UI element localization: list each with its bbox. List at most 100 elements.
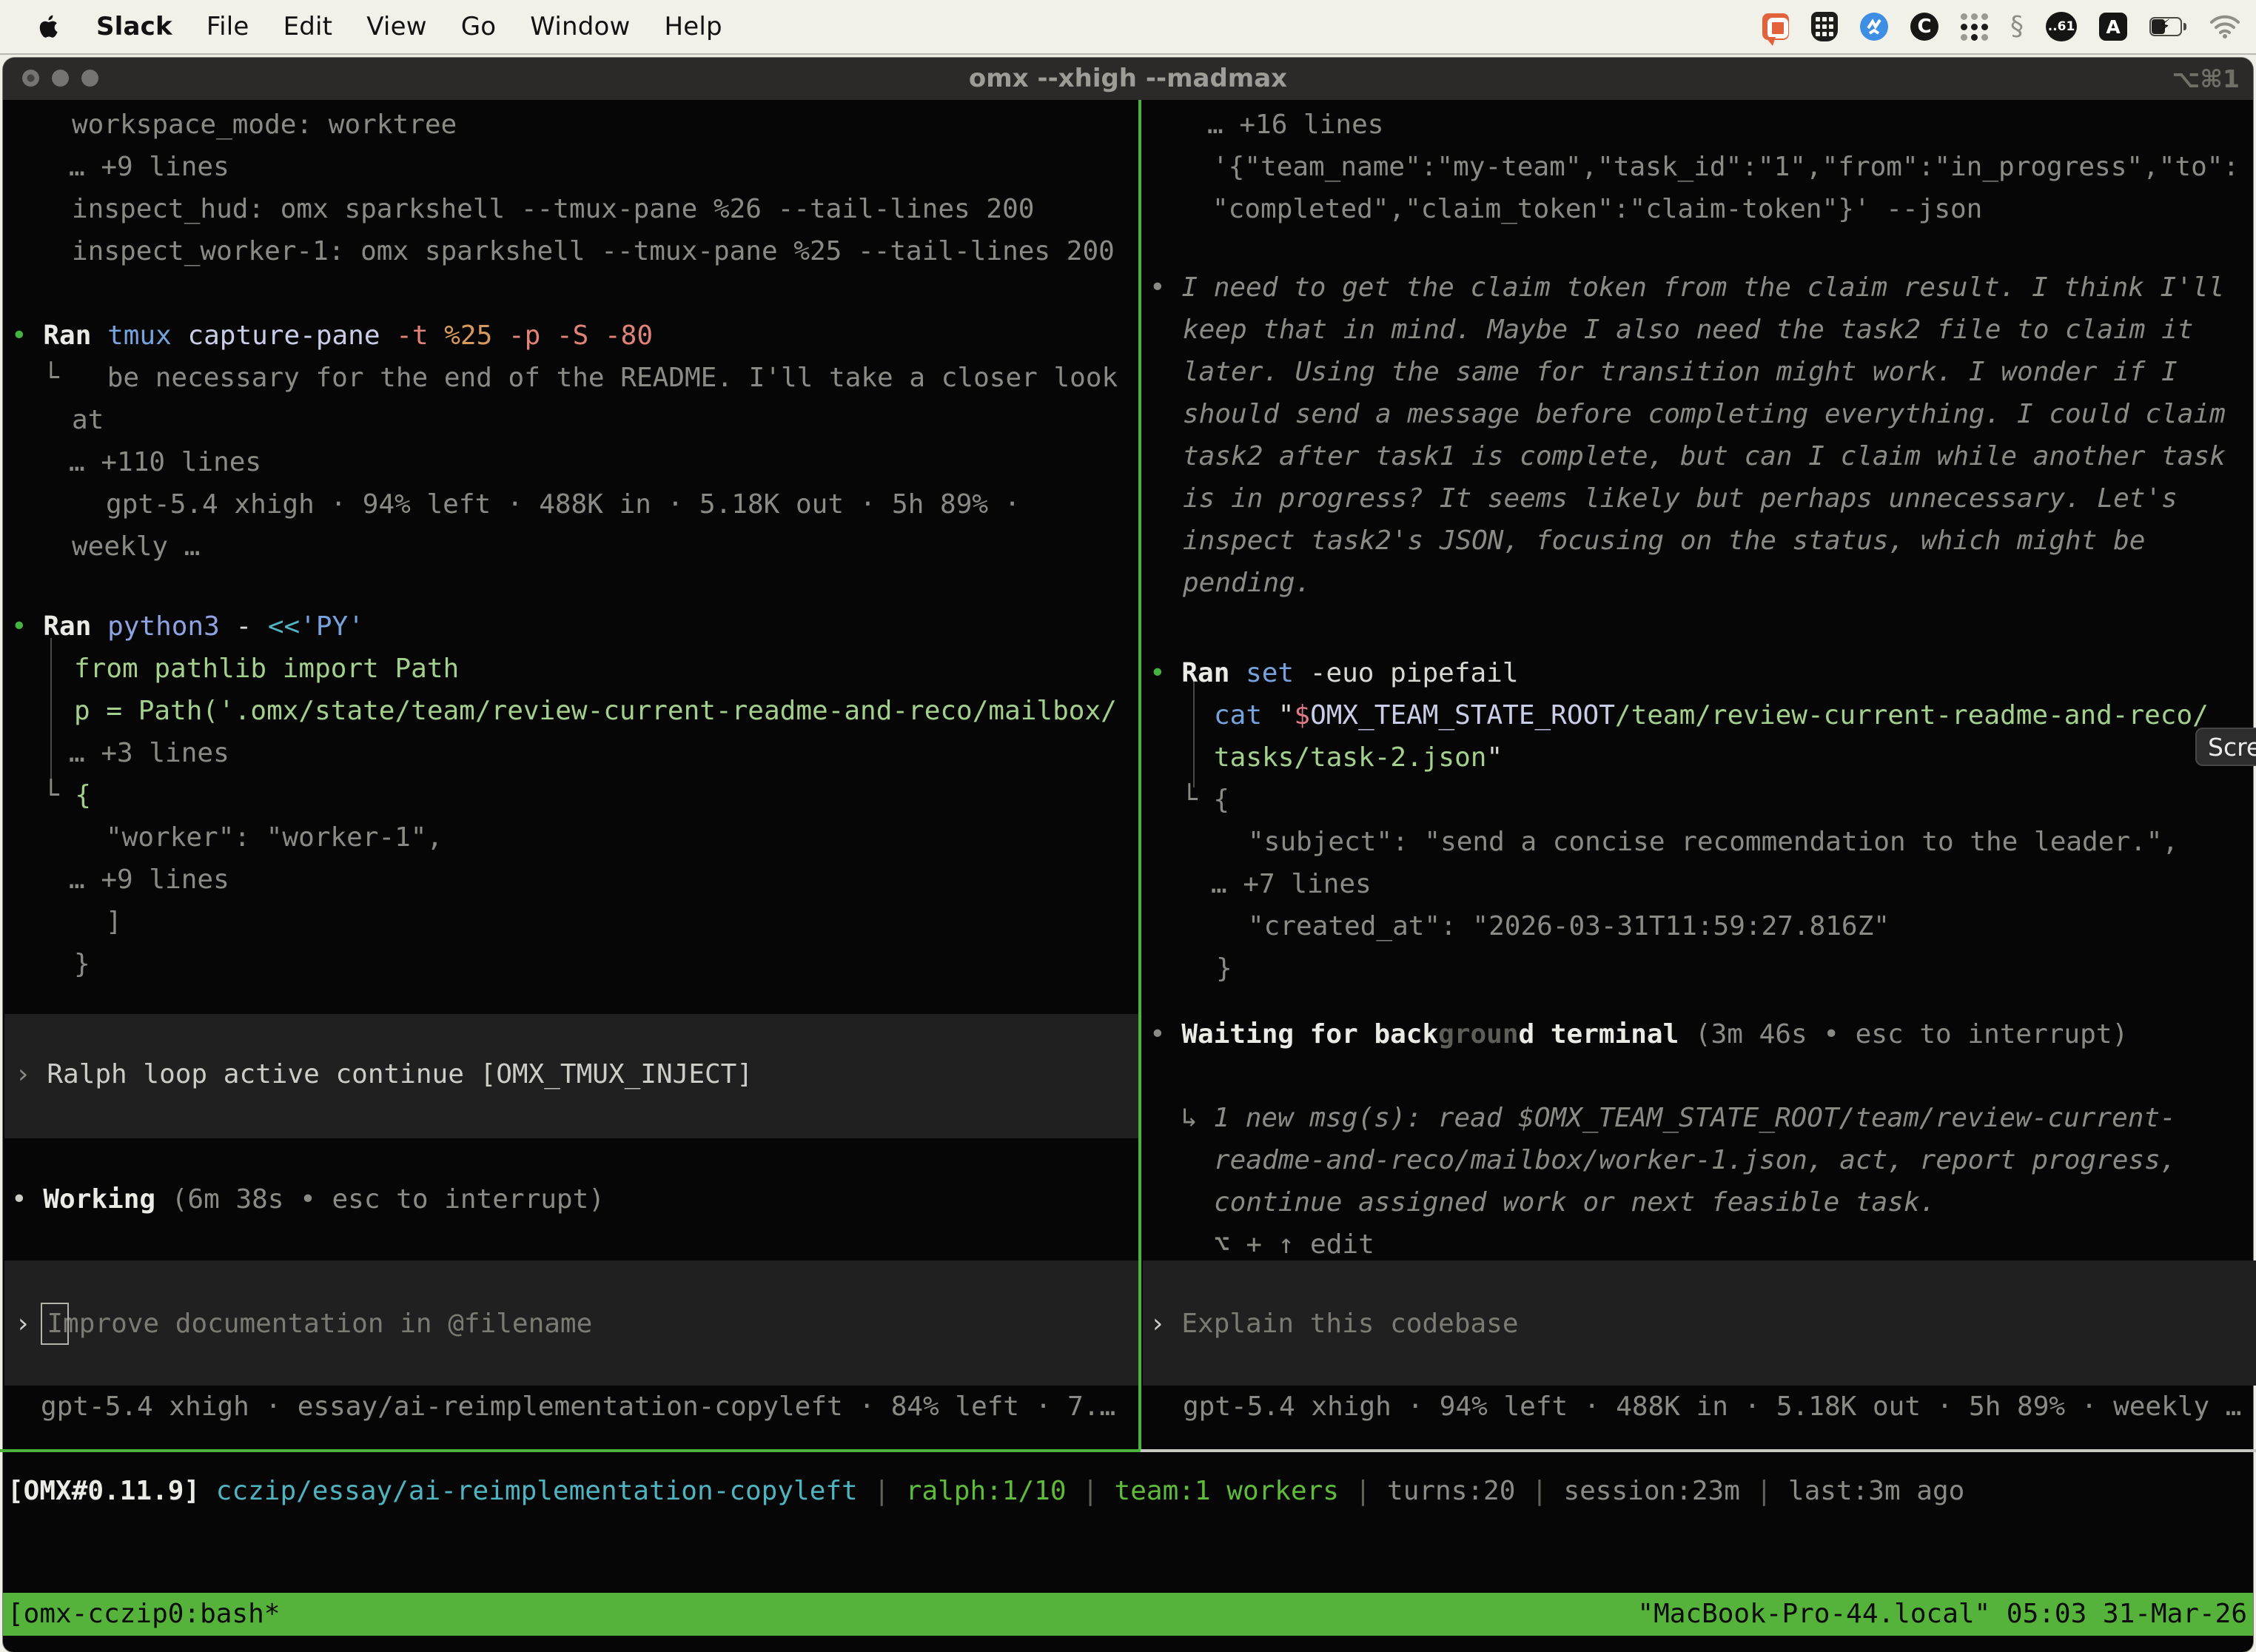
text-segment: • — [11, 1184, 43, 1215]
dark-crescent-icon[interactable]: C — [1910, 13, 1938, 41]
text-segment: $ — [1294, 700, 1310, 731]
text-segment: | — [873, 1476, 905, 1506]
terminal-line: … +9 lines — [69, 146, 229, 188]
terminal-line: └ { — [1181, 779, 1229, 821]
menu-item-help[interactable]: Help — [665, 12, 722, 41]
text-segment: last:3m ago — [1788, 1476, 1964, 1506]
text-segment: | — [1082, 1476, 1114, 1506]
text-segment: … +7 lines — [1211, 869, 1372, 899]
text-segment: "completed","claim_token":"claim-token"}… — [1212, 194, 1982, 224]
text-segment: ↳ — [1181, 1103, 1213, 1133]
text-segment: mprove documentation in @filename — [63, 1309, 592, 1339]
window-shortcut-hint: ⌥⌘1 — [2172, 58, 2240, 100]
terminal-line: readme-and-reco/mailbox/worker-1.json, a… — [1214, 1139, 2176, 1181]
text-segment: " — [1486, 742, 1503, 773]
terminal-line: • Ran set -euo pipefail — [1149, 652, 1519, 694]
terminal-line: p = Path('.omx/state/team/review-current… — [74, 690, 1117, 732]
screenshot-tooltip: Scre — [2195, 728, 2256, 766]
terminal-line: "created_at": "2026-03-31T11:59:27.816Z" — [1248, 905, 1890, 947]
omx-status-line: [OMX#0.11.9] cczip/essay/ai-reimplementa… — [7, 1470, 1964, 1512]
text-segment: 1 new msg(s): read $OMX_TEAM_STATE_ROOT/… — [1213, 1103, 2175, 1133]
text-segment: ⌥ + ↑ edit — [1214, 1229, 1374, 1260]
input-source-icon[interactable]: A — [2099, 13, 2127, 41]
text-segment: } — [1216, 953, 1232, 984]
dots-grid-icon[interactable] — [1961, 13, 1988, 41]
text-segment: python3 — [107, 611, 235, 642]
text-segment: inspect_hud: omx sparkshell --tmux-pane … — [72, 194, 1034, 224]
terminal-line: • Working (6m 38s • esc to interrupt) — [11, 1178, 605, 1220]
text-segment: OMX_TEAM_STATE_ROOT — [1310, 700, 1615, 731]
terminal-line: later. Using the same for transition mig… — [1183, 351, 2178, 393]
terminal-line: tasks/task-2.json" — [1214, 736, 1503, 779]
terminal-line: pending. — [1183, 562, 1311, 604]
terminal-line: ⌥ + ↑ edit — [1214, 1223, 1374, 1266]
terminal-line: '{"team_name":"my-team","task_id":"1","f… — [1212, 146, 2239, 188]
text-segment: tmux — [107, 320, 187, 351]
text-segment: groun — [1438, 1019, 1518, 1050]
text-segment: • — [1149, 272, 1181, 303]
tmux-session-label[interactable]: [omx-cczip0:bash* — [7, 1593, 280, 1636]
text-segment: capture-pane — [187, 320, 396, 351]
text-segment: inspect task2's JSON, focusing on the st… — [1183, 526, 2145, 556]
wifi-icon[interactable] — [2210, 15, 2240, 38]
text-segment: ] — [106, 907, 122, 937]
text-segment: is in progress? It seems likely but perh… — [1183, 483, 2178, 514]
text-segment: at — [72, 405, 104, 435]
left-pane-bottom-border — [0, 1449, 1141, 1452]
shield-grid-icon[interactable] — [1811, 12, 1838, 41]
terminal-line: ↳ 1 new msg(s): read $OMX_TEAM_STATE_ROO… — [1181, 1097, 2176, 1139]
counter-badge-icon[interactable]: ..61 — [2046, 12, 2077, 41]
text-segment: (3m 46s • esc to interrupt) — [1695, 1019, 2128, 1050]
text-segment: tasks/task-2.json — [1214, 742, 1486, 773]
text-segment: › — [15, 1309, 47, 1339]
text-segment: - — [235, 611, 267, 642]
text-segment: from pathlib import Path — [74, 654, 459, 684]
text-segment: I need to get the claim token from the c… — [1181, 272, 2224, 303]
menu-item-view[interactable]: View — [366, 12, 426, 41]
menu-item-go[interactable]: Go — [461, 12, 497, 41]
text-segment: turns:20 — [1387, 1476, 1531, 1506]
terminal-line: } — [74, 943, 90, 985]
blue-bolt-icon[interactable] — [1860, 13, 1888, 41]
text-segment: gpt-5.4 xhigh · 94% left · 488K in · 5.1… — [1183, 1391, 2241, 1422]
terminal-line: … +110 lines — [69, 441, 261, 483]
menu-app-name[interactable]: Slack — [96, 12, 172, 41]
text-segment: -t — [396, 320, 444, 351]
slack-badge-icon[interactable] — [1762, 13, 1789, 40]
text-segment: cczip/essay/ai-reimplementation-copyleft — [216, 1476, 874, 1506]
text-segment: Waiting for back — [1181, 1019, 1438, 1050]
title-bar[interactable]: omx --xhigh --madmax ⌥⌘1 — [3, 58, 2253, 100]
menu-bar-left: Slack File Edit View Go Window Help — [0, 12, 756, 41]
text-segment: | — [1355, 1476, 1387, 1506]
apple-menu-icon[interactable] — [38, 14, 64, 39]
menu-item-edit[interactable]: Edit — [283, 12, 333, 41]
menu-item-window[interactable]: Window — [530, 12, 630, 41]
terminal-line: inspect_hud: omx sparkshell --tmux-pane … — [72, 188, 1034, 230]
text-segment: d terminal — [1519, 1019, 1695, 1050]
pane-divider[interactable] — [1138, 100, 1141, 1452]
hook-icon[interactable]: § — [2010, 13, 2024, 40]
terminal-line: is in progress? It seems likely but perh… — [1183, 477, 2178, 520]
battery-icon[interactable]: ⚡ — [2149, 17, 2188, 36]
text-segment: "subject": "send a concise recommendatio… — [1248, 827, 2178, 857]
menu-item-file[interactable]: File — [207, 12, 249, 41]
terminal-line: ] — [106, 901, 122, 943]
text-segment: … +16 lines — [1207, 110, 1383, 140]
text-segment: set — [1246, 658, 1310, 688]
terminal-line: gpt-5.4 xhigh · 94% left · 488K in · 5.1… — [106, 483, 1020, 526]
text-segment: • — [11, 320, 43, 351]
text-segment: Ralph loop active continue [OMX_TMUX_INJ… — [47, 1059, 753, 1089]
text-segment: } — [74, 949, 90, 979]
text-segment: session:23m — [1563, 1476, 1756, 1506]
text-segment: › — [1149, 1309, 1181, 1339]
text-segment: team:1 workers — [1115, 1476, 1355, 1506]
text-segment: -p — [508, 320, 557, 351]
text-segment: later. Using the same for transition mig… — [1183, 357, 2178, 387]
text-segment: %25 — [444, 320, 508, 351]
text-segment: (6m 38s • esc to interrupt) — [172, 1184, 605, 1215]
text-segment: readme-and-reco/mailbox/worker-1.json, a… — [1214, 1145, 2176, 1175]
terminal-line: "worker": "worker-1", — [106, 816, 443, 859]
text-segment: … +110 lines — [69, 447, 261, 477]
text-segment: | — [1531, 1476, 1563, 1506]
text-segment: └ — [43, 363, 59, 393]
